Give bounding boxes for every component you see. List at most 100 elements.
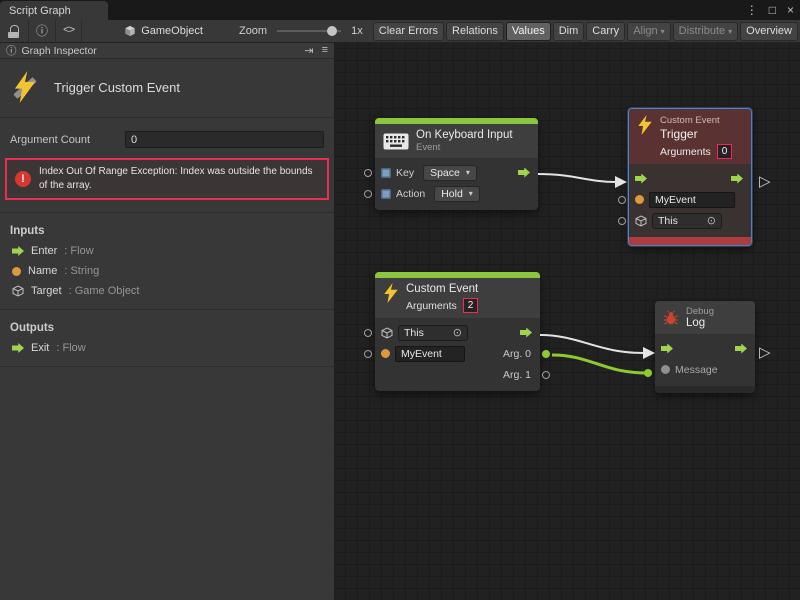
- argument-count-input[interactable]: [125, 131, 324, 148]
- arguments-count-badge[interactable]: 2: [463, 298, 479, 313]
- maximize-icon[interactable]: □: [769, 3, 776, 17]
- node-trigger-custom-event[interactable]: Custom Event Trigger Arguments 0: [628, 108, 752, 246]
- distribute-button[interactable]: Distribute▾: [673, 22, 738, 41]
- arg0-output-port[interactable]: [542, 350, 550, 358]
- code-icon[interactable]: <>: [56, 20, 81, 43]
- inspector-input-target: Target : Game Object: [12, 285, 322, 297]
- tab-label: Script Graph: [9, 5, 71, 17]
- main-area: ⓘ Graph Inspector ⇥ ≡ Trigger Custom Eve…: [0, 43, 800, 600]
- entry-play-icon: ▷: [759, 345, 771, 360]
- argument-count-label: Argument Count: [10, 134, 125, 146]
- flow-out-port[interactable]: [731, 174, 743, 184]
- flow-in-port[interactable]: [635, 174, 647, 184]
- node-title: Trigger: [660, 127, 732, 141]
- window-controls: ⋮ □ ×: [746, 0, 794, 20]
- node-body: Key Space ▾ Action Hold ▾: [375, 158, 538, 210]
- overview-button[interactable]: Overview: [740, 22, 798, 41]
- relations-button[interactable]: Relations: [446, 22, 504, 41]
- lock-icon[interactable]: [8, 25, 20, 38]
- clear-errors-button[interactable]: Clear Errors: [373, 22, 444, 41]
- zoom-label: Zoom: [239, 25, 267, 37]
- dock-icon[interactable]: ⇥: [304, 44, 313, 57]
- inspector-input-name: Name : String: [12, 265, 322, 277]
- string-port-icon: [381, 349, 390, 358]
- gameobject-icon: [124, 25, 136, 37]
- close-icon[interactable]: ×: [787, 3, 794, 17]
- message-row: Message: [661, 359, 749, 380]
- object-picker-icon[interactable]: ⊙: [453, 328, 462, 338]
- node-header-text: On Keyboard Input Event: [416, 129, 513, 153]
- bug-icon: [663, 310, 679, 326]
- zoom-slider[interactable]: [277, 30, 341, 32]
- name-input-port[interactable]: [364, 350, 372, 358]
- node-custom-event[interactable]: Custom Event Arguments 2: [375, 272, 540, 391]
- keyboard-icon: [383, 133, 409, 150]
- arg1-output-port[interactable]: [542, 371, 550, 379]
- key-dropdown[interactable]: Space ▾: [423, 165, 477, 181]
- info-icon[interactable]: ⓘ: [29, 20, 55, 43]
- event-name-field[interactable]: MyEvent: [649, 192, 735, 208]
- target-row: This ⊙: [381, 322, 534, 343]
- node-header-text: Custom Event Trigger Arguments 0: [660, 115, 732, 159]
- node-body: MyEvent This ⊙: [629, 164, 751, 237]
- tab-script-graph[interactable]: Script Graph: [0, 1, 108, 20]
- key-type-icon: [381, 168, 391, 178]
- node-header[interactable]: On Keyboard Input Event: [375, 124, 538, 158]
- arg1-label: Arg. 1: [503, 369, 534, 381]
- inputs-header: Inputs: [10, 225, 324, 237]
- error-text: Index Out Of Range Exception: Index was …: [39, 165, 319, 193]
- node-header[interactable]: Custom Event Arguments 2: [375, 278, 540, 318]
- node-title: Custom Event: [406, 283, 478, 295]
- key-input-port[interactable]: [364, 169, 372, 177]
- event-name-field[interactable]: MyEvent: [395, 346, 465, 362]
- node-debug-log[interactable]: Debug Log Message: [655, 301, 755, 393]
- action-port-row: Action Hold ▾: [381, 183, 532, 204]
- node-on-keyboard-input[interactable]: On Keyboard Input Event Key Space ▾: [375, 118, 538, 210]
- flow-port-row: [661, 338, 749, 359]
- key-port-row: Key Space ▾: [381, 162, 532, 183]
- zoom-value: 1x: [351, 25, 363, 37]
- graph-canvas[interactable]: On Keyboard Input Event Key Space ▾: [335, 43, 800, 600]
- node-header[interactable]: Custom Event Trigger Arguments 0: [629, 109, 751, 164]
- gameobject-selector[interactable]: GameObject: [124, 25, 203, 37]
- align-button[interactable]: Align▾: [627, 22, 670, 41]
- target-object-field[interactable]: This ⊙: [398, 325, 468, 341]
- node-body: Message: [655, 334, 755, 386]
- flow-port-row: [635, 168, 745, 189]
- arg1-row: Arg. 1: [381, 364, 534, 385]
- flow-out-port[interactable]: [520, 328, 532, 338]
- name-input-port[interactable]: [618, 196, 626, 204]
- divider: [0, 212, 334, 213]
- divider: [0, 366, 334, 367]
- object-picker-icon[interactable]: ⊙: [707, 216, 716, 226]
- flow-in-port[interactable]: [661, 344, 673, 354]
- event-name-row: MyEvent Arg. 0: [381, 343, 534, 364]
- event-name-row: MyEvent: [635, 189, 745, 210]
- window-menu-icon[interactable]: ⋮: [746, 3, 758, 17]
- flow-out-port[interactable]: [735, 344, 747, 354]
- graph-toolbar: ⓘ <> GameObject Zoom 1x Clear Errors Rel…: [0, 20, 800, 43]
- target-object-field[interactable]: This ⊙: [652, 213, 722, 229]
- message-port-icon: [661, 365, 670, 374]
- node-header-text: Custom Event Arguments 2: [406, 283, 478, 313]
- error-message-box: ! Index Out Of Range Exception: Index wa…: [5, 158, 329, 200]
- lightning-icon: [637, 115, 653, 135]
- action-dropdown[interactable]: Hold ▾: [434, 186, 480, 202]
- action-input-port[interactable]: [364, 190, 372, 198]
- carry-button[interactable]: Carry: [586, 22, 625, 41]
- chevron-down-icon: ▾: [661, 27, 665, 36]
- values-button[interactable]: Values: [506, 22, 551, 41]
- node-title: On Keyboard Input: [416, 129, 513, 141]
- panel-menu-icon[interactable]: ≡: [322, 44, 328, 57]
- trigger-out-port[interactable]: [518, 168, 530, 178]
- inspector-output-exit: Exit : Flow: [12, 342, 322, 354]
- gameobject-port-icon: [635, 215, 647, 227]
- target-input-port[interactable]: [364, 329, 372, 337]
- zoom-slider-knob[interactable]: [327, 26, 337, 36]
- arguments-count-badge[interactable]: 0: [717, 144, 733, 159]
- dim-button[interactable]: Dim: [553, 22, 585, 41]
- tab-bar: Script Graph ⋮ □ ×: [0, 0, 800, 20]
- node-header[interactable]: Debug Log: [655, 301, 755, 334]
- target-input-port[interactable]: [618, 217, 626, 225]
- message-label: Message: [675, 364, 718, 376]
